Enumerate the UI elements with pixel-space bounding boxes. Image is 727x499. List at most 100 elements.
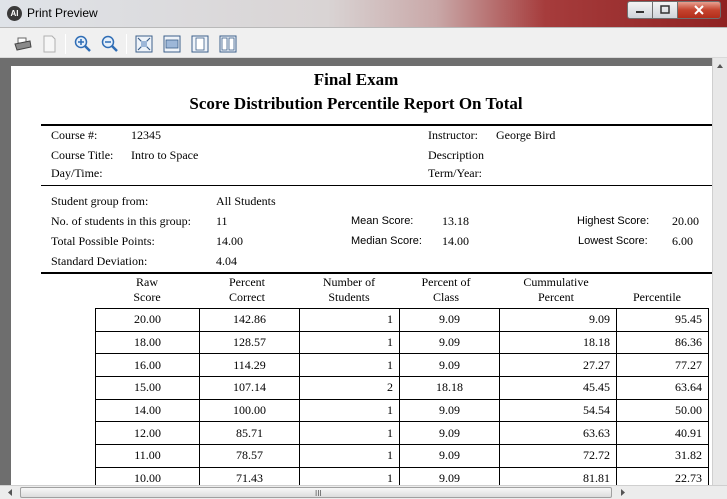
cell-percent-correct: 142.86 (199, 308, 300, 332)
cell-percent-of-class: 9.09 (399, 308, 500, 332)
median-label: Median Score: (351, 235, 422, 247)
description-label: Description (428, 148, 484, 162)
minimize-icon (636, 11, 644, 13)
cell-percentile: 86.36 (616, 330, 709, 355)
page-setup-icon (43, 35, 56, 53)
cell-percent-correct: 107.14 (199, 376, 300, 400)
group-value: All Students (216, 194, 276, 208)
cell-percentile: 31.82 (616, 444, 709, 468)
vertical-scrollbar[interactable] (712, 58, 727, 485)
window-titlebar[interactable]: AI Print Preview (0, 0, 727, 28)
minimize-button[interactable] (627, 1, 653, 19)
table-row: 10.00 71.43 1 9.09 81.81 22.73 (95, 466, 709, 485)
cell-raw-score: 15.00 (95, 376, 200, 400)
cell-percent-correct: 78.57 (199, 444, 300, 468)
divider (41, 185, 727, 186)
cell-number-of-students: 1 (299, 330, 400, 355)
course-title-label: Course Title: (51, 148, 114, 162)
cell-raw-score: 14.00 (95, 398, 200, 423)
cell-raw-score: 20.00 (95, 308, 200, 332)
table-row: 20.00 142.86 1 9.09 9.09 95.45 (95, 308, 709, 332)
cell-cumulative-percent: 54.54 (499, 398, 617, 423)
course-number: 12345 (131, 128, 161, 142)
report-subtitle: Score Distribution Percentile Report On … (189, 94, 523, 113)
one-page-button[interactable] (189, 33, 211, 55)
col-header-number-of-students: Number of Students (322, 275, 376, 304)
instructor: George Bird (496, 128, 556, 142)
highest-label: Highest Score: (577, 215, 650, 227)
app-icon: AI (7, 6, 22, 21)
cell-percent-of-class: 9.09 (399, 353, 500, 378)
close-icon (694, 5, 704, 15)
cell-percent-of-class: 9.09 (399, 444, 500, 468)
two-pages-icon (219, 35, 237, 53)
col-header-percent-correct: Percent Correct (229, 275, 265, 304)
mean-label: Mean Score: (351, 215, 414, 227)
preview-area[interactable]: Final Exam Score Distribution Percentile… (0, 58, 727, 485)
scroll-up-icon[interactable] (713, 60, 727, 72)
lowest-score: 6.00 (672, 234, 693, 248)
lowest-label: Lowest Score: (578, 235, 648, 247)
window-title: Print Preview (27, 6, 98, 20)
col-header-percentile: Percentile (633, 290, 681, 304)
cell-percentile: 63.64 (616, 376, 709, 400)
term-label: Term/Year: (428, 166, 482, 180)
cell-percentile: 22.73 (616, 466, 709, 485)
daytime-label: Day/Time: (51, 166, 103, 180)
cell-cumulative-percent: 63.63 (499, 421, 617, 446)
cell-percent-correct: 85.71 (199, 421, 300, 446)
table-row: 15.00 107.14 2 18.18 45.45 63.64 (95, 376, 709, 400)
page-setup-button[interactable] (38, 33, 60, 55)
table-row: 11.00 78.57 1 9.09 72.72 31.82 (95, 444, 709, 468)
cell-percentile: 77.27 (616, 353, 709, 378)
cell-number-of-students: 1 (299, 466, 400, 485)
cell-percent-correct: 100.00 (199, 398, 300, 423)
num-students-label: No. of students in this group: (51, 214, 191, 228)
cell-percent-of-class: 18.18 (399, 376, 500, 400)
cell-number-of-students: 1 (299, 308, 400, 332)
cell-percent-of-class: 9.09 (399, 398, 500, 423)
zoom-out-button[interactable] (99, 33, 121, 55)
scroll-left-icon[interactable] (3, 486, 17, 499)
zoom-in-button[interactable] (72, 33, 94, 55)
table-row: 16.00 114.29 1 9.09 27.27 77.27 (95, 353, 709, 378)
horizontal-scrollbar[interactable]: III (0, 485, 727, 499)
two-pages-button[interactable] (217, 33, 239, 55)
num-students: 11 (216, 214, 228, 228)
table-row: 14.00 100.00 1 9.09 54.54 50.00 (95, 398, 709, 423)
cell-percentile: 50.00 (616, 398, 709, 423)
cell-percent-correct: 71.43 (199, 466, 300, 485)
scroll-right-icon[interactable] (616, 486, 630, 499)
maximize-button[interactable] (653, 1, 678, 19)
table-row: 18.00 128.57 1 9.09 18.18 86.36 (95, 330, 709, 355)
course-title: Intro to Space (131, 148, 199, 162)
print-button[interactable] (12, 33, 34, 55)
col-header-cumulative-percent: Cummulative Percent (523, 275, 589, 304)
std-dev: 4.04 (216, 254, 237, 268)
cell-percent-correct: 128.57 (199, 330, 300, 355)
cell-percent-of-class: 9.09 (399, 421, 500, 446)
fit-page-button[interactable] (133, 33, 155, 55)
page-width-button[interactable] (161, 33, 183, 55)
report-title: Final Exam (313, 70, 399, 89)
zoom-in-icon (74, 35, 91, 52)
cell-raw-score: 11.00 (95, 444, 200, 468)
course-number-label: Course #: (51, 128, 98, 142)
group-label: Student group from: (51, 194, 149, 208)
cell-percentile: 40.91 (616, 421, 709, 446)
cell-cumulative-percent: 45.45 (499, 376, 617, 400)
col-header-raw-score: Raw Score (133, 275, 161, 304)
cell-number-of-students: 1 (299, 353, 400, 378)
cell-cumulative-percent: 72.72 (499, 444, 617, 468)
mean-score: 13.18 (442, 214, 469, 228)
cell-percent-correct: 114.29 (199, 353, 300, 378)
close-button[interactable] (678, 1, 721, 19)
distribution-table: 20.00 142.86 1 9.09 9.09 95.45 18.00 128.57 1 9.0… (95, 308, 709, 485)
cell-number-of-students: 2 (299, 376, 400, 400)
print-icon (14, 37, 32, 51)
cell-number-of-students: 1 (299, 398, 400, 423)
cell-raw-score: 10.00 (95, 466, 200, 485)
highest-score: 20.00 (672, 214, 699, 228)
cell-percent-of-class: 9.09 (399, 330, 500, 355)
scrollbar-thumb[interactable]: III (20, 487, 612, 498)
